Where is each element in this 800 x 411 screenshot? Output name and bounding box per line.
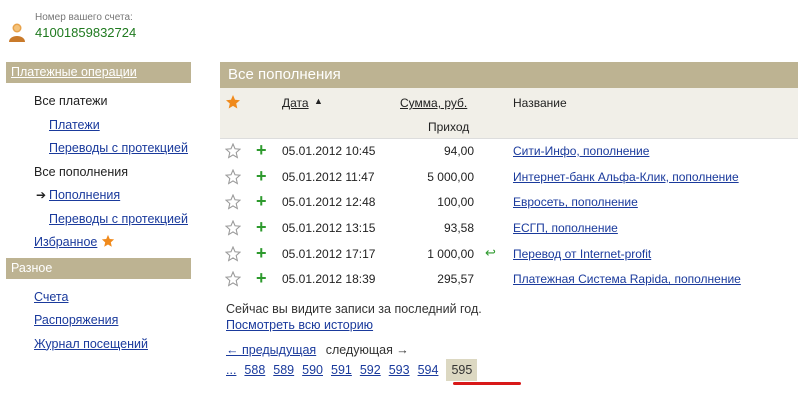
page-link[interactable]: 588 [244, 359, 265, 381]
pagination: ... 588 589 590 591 592 593 594 595 [226, 359, 485, 381]
sidebar-item-deposits[interactable]: ➔ Пополнения [6, 184, 191, 208]
current-arrow-icon: ➔ [36, 188, 47, 202]
sidebar-item-deposits-link[interactable]: Пополнения [49, 188, 120, 202]
table-header: Дата ▲ Сумма, руб. Приход Название [220, 88, 798, 139]
sidebar-section-misc: Разное [6, 257, 191, 279]
table-row: +05.01.2012 13:15 93,58 ЕСГП, пополнение [220, 216, 798, 242]
sidebar-item-orders-link[interactable]: Распоряжения [34, 313, 118, 327]
sidebar-item-favorites-link[interactable]: Избранное [34, 235, 97, 249]
sidebar-item-accounts[interactable]: Счета [6, 286, 191, 310]
sidebar-item-visit-log-link[interactable]: Журнал посещений [34, 337, 148, 351]
sidebar-item-payments-link[interactable]: Платежи [49, 118, 100, 132]
history-link[interactable]: Посмотреть всю историю [226, 318, 373, 332]
sidebar-item-payments[interactable]: Платежи [6, 114, 191, 138]
row-date: 05.01.2012 13:15 [282, 221, 376, 236]
favorite-star-icon[interactable] [224, 271, 242, 290]
favorite-star-icon[interactable] [224, 142, 242, 162]
row-amount: 100,00 [437, 195, 474, 210]
row-amount: 93,58 [443, 221, 474, 236]
row-date: 05.01.2012 18:39 [282, 272, 376, 287]
favorite-star-icon[interactable] [224, 245, 242, 265]
period-note: Сейчас вы видите записи за последний год… [226, 302, 482, 316]
table-row: +05.01.2012 11:47 5 000,00 Интернет-банк А… [220, 165, 798, 191]
page-link[interactable]: 590 [302, 359, 323, 381]
row-date: 05.01.2012 12:48 [282, 195, 376, 210]
income-plus-icon: + [256, 242, 267, 263]
sidebar-section-payments-link[interactable]: Платежные операции [11, 65, 137, 79]
sidebar-item-protected-transfers-in[interactable]: Переводы с протекцией [6, 208, 191, 232]
account-label: Номер вашего счета: [35, 12, 133, 23]
column-amount[interactable]: Сумма, руб. [400, 96, 467, 110]
sidebar-item-protected-transfers-out-link[interactable]: Переводы с протекцией [49, 141, 188, 155]
favorite-star-icon[interactable] [224, 168, 242, 188]
prev-page-link[interactable]: ← предыдущая [226, 343, 316, 357]
row-date: 05.01.2012 17:17 [282, 246, 376, 261]
page-link[interactable]: 594 [418, 359, 439, 381]
table-row: +05.01.2012 10:45 94,00 Сити-Инфо, пополне… [220, 139, 798, 165]
page-link[interactable]: 593 [389, 359, 410, 381]
sidebar-item-orders[interactable]: Распоряжения [6, 309, 191, 333]
red-underline-mark [453, 382, 521, 385]
transactions-list: +05.01.2012 10:45 94,00 Сити-Инфо, пополне… [220, 139, 798, 293]
page-link[interactable]: 589 [273, 359, 294, 381]
page-link[interactable]: ... [226, 359, 236, 381]
history-link-wrap[interactable]: Посмотреть всю историю [226, 318, 373, 332]
table-row: +05.01.2012 18:39 295,57 Платежная Система… [220, 267, 798, 293]
sidebar-item-all-deposits: Все пополнения [34, 164, 128, 179]
sidebar-item-all-payments: Все платежи [34, 94, 108, 108]
sidebar: Платежные операции Все платежи Платежи П… [6, 62, 191, 356]
income-plus-icon: + [256, 165, 267, 186]
page-link[interactable]: 592 [360, 359, 381, 381]
column-name: Название [513, 96, 567, 110]
sidebar-section-payments[interactable]: Платежные операции [6, 62, 191, 83]
return-arrow-icon: ↩ [485, 244, 496, 260]
table-row: +05.01.2012 12:48 100,00 Евросеть, пополне… [220, 190, 798, 216]
sidebar-item-protected-transfers-in-link[interactable]: Переводы с протекцией [49, 212, 188, 226]
row-date: 05.01.2012 10:45 [282, 144, 376, 158]
income-plus-icon: + [256, 140, 267, 160]
table-row: +05.01.2012 17:17 1 000,00 ↩ Перевод от Int… [220, 242, 798, 268]
row-name-link[interactable]: Евросеть, пополнение [513, 195, 638, 209]
income-plus-icon: + [256, 268, 267, 289]
favorite-star-icon[interactable] [224, 194, 242, 213]
page-link[interactable]: 591 [331, 359, 352, 381]
row-name-link[interactable]: Платежная Система Rapida, пополнение [513, 272, 741, 286]
favorite-column-star-icon[interactable] [225, 94, 241, 110]
column-date[interactable]: Дата [282, 96, 309, 110]
account-number: 41001859832724 [35, 25, 137, 40]
page-title: Все пополнения [220, 62, 798, 88]
sidebar-item-accounts-link[interactable]: Счета [34, 290, 68, 304]
main-panel: Все пополнения Дата ▲ Сумма, руб. Приход… [220, 62, 798, 385]
star-icon [102, 234, 115, 247]
row-name-link[interactable]: Сити-Инфо, пополнение [513, 144, 649, 158]
row-name-link[interactable]: ЕСГП, пополнение [513, 221, 618, 235]
row-name-link[interactable]: Интернет-банк Альфа-Клик, пополнение [513, 170, 739, 184]
sidebar-item-protected-transfers-out[interactable]: Переводы с протекцией [6, 137, 191, 161]
income-plus-icon: + [256, 191, 267, 212]
row-date: 05.01.2012 11:47 [282, 169, 375, 184]
sidebar-item-favorites[interactable]: Избранное [6, 231, 191, 255]
user-avatar-icon [9, 23, 25, 42]
pager-nav: ← предыдущая следующая → [226, 343, 409, 357]
favorite-star-icon[interactable] [224, 219, 242, 239]
current-page: 595 [446, 359, 478, 381]
row-amount: 295,57 [437, 272, 474, 287]
sidebar-item-visit-log[interactable]: Журнал посещений [6, 333, 191, 357]
income-plus-icon: + [256, 217, 267, 238]
sort-asc-icon: ▲ [314, 96, 323, 106]
row-amount: 94,00 [443, 144, 474, 158]
next-page-label: следующая → [325, 343, 409, 357]
row-name-link[interactable]: Перевод от Internet-profit [513, 247, 651, 261]
row-amount: 5 000,00 [427, 169, 474, 184]
column-amount-sub: Приход [428, 120, 470, 134]
row-amount: 1 000,00 [427, 246, 474, 261]
